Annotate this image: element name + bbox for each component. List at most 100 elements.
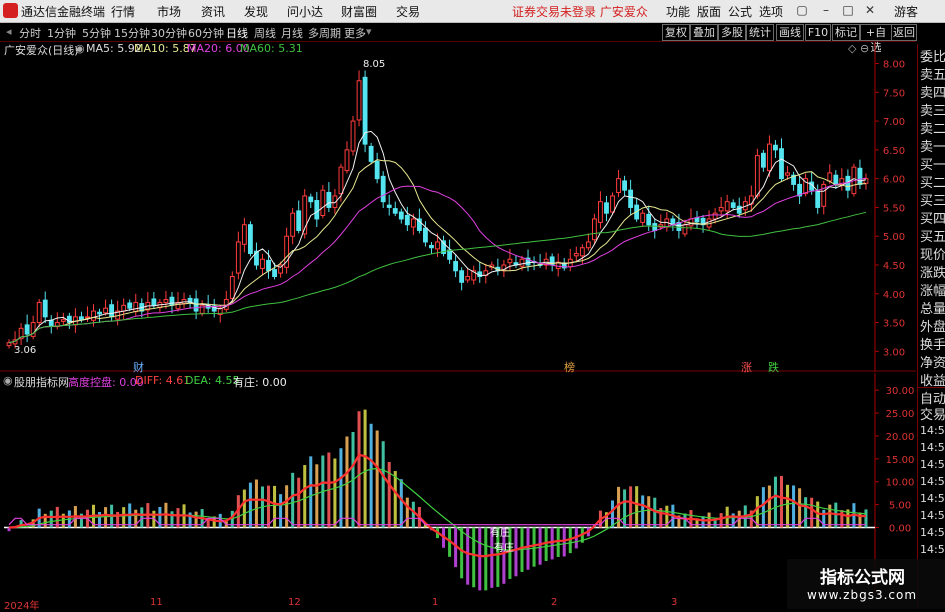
period-1min[interactable]: 1分钟 — [47, 25, 76, 41]
sidebar-item[interactable]: 总量 — [920, 298, 945, 317]
tongji-button[interactable]: 统计 — [746, 24, 774, 41]
candle — [79, 316, 84, 321]
indicator-dropdown-icon[interactable]: ◉ — [3, 374, 13, 387]
sidebar-item[interactable]: 卖三 — [920, 100, 945, 119]
period-15min[interactable]: 15分钟 — [114, 25, 150, 41]
menu-jiaoyi[interactable]: 交易 — [396, 3, 420, 20]
menu-zixun[interactable]: 资讯 — [201, 3, 225, 20]
minimize-icon[interactable]: – — [818, 2, 834, 18]
diejia-button[interactable]: 叠加 — [690, 24, 718, 41]
menu-gongneng[interactable]: 功能 — [666, 3, 690, 20]
period-multi[interactable]: 多周期 — [308, 25, 341, 41]
candle — [815, 190, 821, 208]
candle — [392, 208, 398, 214]
candle — [579, 247, 585, 257]
menu-wenxiaoda[interactable]: 问小达 — [287, 3, 323, 20]
candle — [247, 224, 253, 254]
tick-time: 14:56 — [920, 492, 945, 505]
watermark: 指标公式网 www.zbgs3.com — [787, 559, 945, 609]
sidebar-item[interactable]: 涨跌 — [920, 262, 945, 281]
candle — [429, 244, 434, 249]
menu-faxian[interactable]: 发现 — [244, 3, 268, 20]
candle — [682, 224, 688, 235]
menu-banmian[interactable]: 版面 — [697, 3, 721, 20]
sidebar-item[interactable]: 换手 — [920, 334, 945, 353]
sidebar-item[interactable]: 买一 — [920, 154, 945, 173]
candle — [338, 166, 344, 195]
price-tick-label: 7.50 — [883, 88, 905, 99]
candle — [127, 302, 133, 309]
candle — [290, 212, 296, 237]
candle — [730, 202, 736, 208]
menu-shichang[interactable]: 市场 — [157, 3, 181, 20]
candle — [272, 269, 277, 278]
candlestick-chart[interactable]: 8.00 7.50 7.00 6.50 6.00 5.50 5.00 4.50 4.00 3.50… — [0, 42, 916, 372]
menu-xuanxiang[interactable]: 选项 — [759, 3, 783, 20]
youzhuang-label: 有庄: 0.00 — [233, 376, 287, 389]
candle — [356, 80, 362, 121]
period-arrow-icon[interactable]: ◂ — [6, 25, 12, 38]
period-fenshi[interactable]: 分时 — [19, 25, 41, 41]
period-month[interactable]: 月线 — [281, 25, 303, 41]
duogu-button[interactable]: 多股 — [718, 24, 746, 41]
add-favorite-button[interactable]: +自选 — [860, 24, 892, 54]
sidebar-item[interactable]: 外盘 — [920, 316, 945, 335]
sidebar-item[interactable]: 买三 — [920, 190, 945, 209]
period-5min[interactable]: 5分钟 — [82, 25, 111, 41]
period-day[interactable]: 日线 — [226, 25, 248, 41]
candle — [616, 178, 621, 193]
huaxian-button[interactable]: 画线 — [776, 24, 804, 41]
menu-caifuquan[interactable]: 财富圈 — [341, 3, 377, 20]
candle — [344, 149, 350, 172]
candle — [374, 160, 380, 180]
candle — [97, 311, 102, 315]
period-more[interactable]: 更多 — [344, 25, 366, 41]
sidebar-item[interactable]: 买二 — [920, 172, 945, 191]
candle — [91, 310, 96, 321]
period-30min[interactable]: 30分钟 — [151, 25, 187, 41]
candle — [447, 249, 452, 260]
trade-button[interactable]: 交易 — [920, 404, 945, 423]
indicator-chart[interactable]: 30.00 25.00 20.00 15.00 10.00 5.00 0.00 — [0, 373, 916, 595]
sidebar-item[interactable]: 买四 — [920, 208, 945, 227]
price-tick-label: 8.00 — [883, 60, 905, 71]
candle — [598, 201, 603, 223]
indicator-tick-label: 25.00 — [886, 409, 915, 420]
sidebar-item[interactable]: 卖五 — [920, 64, 945, 83]
menu-hangqing[interactable]: 行情 — [111, 3, 135, 20]
ma-dropdown-icon[interactable]: ◉ — [75, 42, 85, 55]
sidebar-item[interactable]: 净资 — [920, 352, 945, 371]
indicator-control-label: 高度控盘: 0.00 — [68, 376, 144, 389]
sidebar-item[interactable]: 卖二 — [920, 118, 945, 137]
f10-button[interactable]: F10 — [805, 24, 831, 41]
close-icon[interactable]: ✕ — [862, 2, 878, 18]
watermark-title: 指标公式网 — [820, 568, 905, 588]
sidebar-item[interactable]: 委比 — [920, 46, 945, 65]
date-label: 2024年 — [4, 601, 40, 612]
biaoji-button[interactable]: 标记 — [832, 24, 860, 41]
period-60min[interactable]: 60分钟 — [188, 25, 224, 41]
sidebar-item[interactable]: 卖一 — [920, 136, 945, 155]
price-tick-label: 4.00 — [883, 290, 905, 301]
stock-title: 广安爱众(日线) — [4, 44, 79, 57]
sidebar-item[interactable]: 现价 — [920, 244, 945, 263]
candle — [266, 259, 271, 272]
chat-icon[interactable]: ▢ — [794, 2, 810, 18]
indicator-tick-label: 30.00 — [886, 386, 915, 397]
back-button[interactable]: 返回 — [891, 24, 917, 41]
candle — [103, 307, 108, 314]
tick-time: 14:56 — [920, 424, 945, 437]
candle — [622, 180, 628, 191]
period-week[interactable]: 周线 — [254, 25, 276, 41]
diamond-icon[interactable]: ◇ ⊖ — [848, 42, 869, 55]
sidebar-item[interactable]: 买五 — [920, 226, 945, 245]
sidebar-item[interactable]: 涨幅 — [920, 280, 945, 299]
candle — [465, 276, 471, 281]
maximize-icon[interactable]: □ — [840, 2, 856, 18]
fuquan-button[interactable]: 复权 — [662, 24, 690, 41]
sidebar-item[interactable]: 卖四 — [920, 82, 945, 101]
indicator-tick-label: 10.00 — [886, 478, 915, 489]
more-arrow-icon[interactable]: ▾ — [366, 25, 372, 38]
menu-gongshi[interactable]: 公式 — [728, 3, 752, 20]
user-label[interactable]: 游客 — [894, 3, 918, 20]
